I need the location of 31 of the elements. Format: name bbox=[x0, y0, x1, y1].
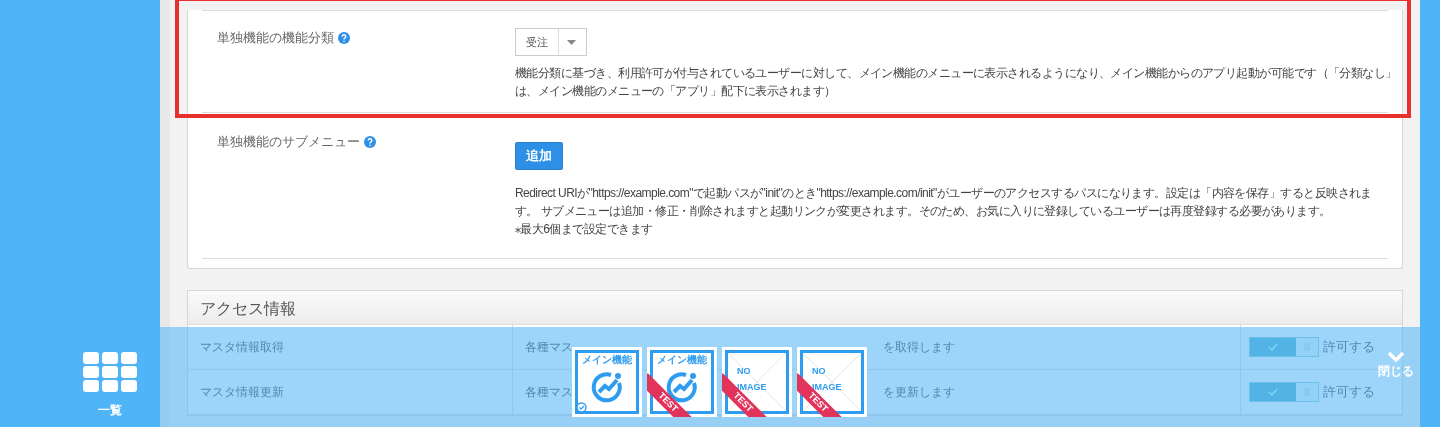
toggle-label: 許可する bbox=[1323, 382, 1375, 401]
check-icon bbox=[1268, 387, 1278, 396]
help-text: 機能分類に基づき、利用許可が付与されているユーザーに対して、メイン機能のメニューに表示されるようになり、メイン機能からのアプリ起動が可能です（「分類なし」 は、メイン機能のメニューの「アプリ」配下に表示されます） bbox=[515, 65, 1397, 100]
toggle-switch[interactable] bbox=[1249, 381, 1319, 402]
category-select[interactable]: 受注 bbox=[515, 28, 587, 56]
section-title: アクセス情報 bbox=[188, 290, 1402, 325]
add-button[interactable]: 追加 bbox=[515, 142, 563, 170]
app-title: メイン機能 bbox=[656, 353, 708, 367]
placeholder-cross-icon bbox=[803, 353, 861, 411]
app-title: メイン機能 bbox=[581, 353, 633, 367]
app-logo-icon bbox=[589, 369, 625, 405]
field-label: 単独機能のサブメニュー bbox=[217, 133, 360, 151]
placeholder-label: NO IMAGE bbox=[812, 365, 842, 392]
row-label: マスタ情報取得 bbox=[188, 324, 513, 369]
grid-menu-icon[interactable] bbox=[83, 352, 137, 393]
placeholder-label: NO IMAGE bbox=[737, 365, 767, 392]
toggle-label: 許可する bbox=[1323, 337, 1375, 356]
check-icon bbox=[1268, 342, 1278, 351]
caret-icon bbox=[567, 39, 576, 45]
description-text: 各種マス bbox=[525, 383, 573, 401]
menu-label[interactable]: 一覧 bbox=[98, 401, 122, 419]
help-text: Redirect URIが"https://example.com"で起動パスが"init"のとき"https://example.com/init"がユーザーのアクセスするパスになります。設定は「内容を保存」すると反映されま す。 サブメニューは追加・修正・削除されますと起動リンクが変更されます。そのため、お気に入りに登録しているユーザーは再度登録する必要があります。 ⁎最大6個まで設定できます bbox=[515, 184, 1372, 238]
toggle-switch[interactable] bbox=[1249, 336, 1319, 357]
chevron-down-icon[interactable] bbox=[1387, 351, 1405, 362]
field-label: 単独機能の機能分類 bbox=[217, 29, 334, 47]
row-label: マスタ情報更新 bbox=[188, 369, 513, 414]
description-text: 各種マス bbox=[525, 338, 573, 356]
app-tile[interactable]: メイン機能 bbox=[572, 347, 642, 417]
help-icon[interactable] bbox=[338, 32, 350, 44]
help-icon[interactable] bbox=[364, 136, 376, 148]
placeholder-cross-icon bbox=[728, 353, 786, 411]
